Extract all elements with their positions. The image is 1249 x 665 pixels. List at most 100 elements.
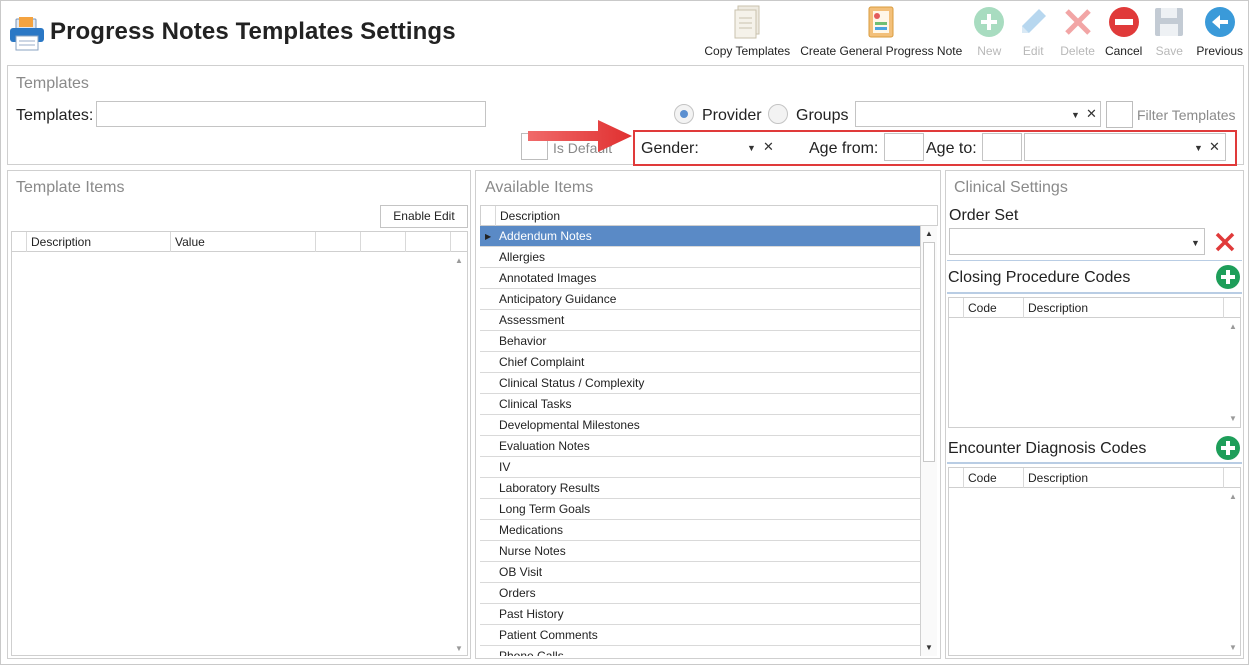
create-general-progress-note-label: Create General Progress Note (800, 44, 963, 58)
list-item-label: Behavior (499, 334, 547, 348)
toolbar: Copy Templates Create General Progress N… (694, 4, 1243, 62)
column-header-extra-1[interactable] (316, 232, 361, 253)
column-header-description[interactable]: Description (27, 232, 171, 253)
copy-templates-button[interactable]: Copy Templates (704, 4, 790, 58)
list-item-label: Addendum Notes (499, 229, 592, 243)
list-item-label: Nurse Notes (499, 544, 566, 558)
remove-x-icon[interactable] (1215, 232, 1235, 252)
column-header-value[interactable]: Value (171, 232, 316, 253)
template-items-title: Template Items (16, 179, 125, 196)
list-item-label: Past History (499, 607, 564, 621)
column-header-extra-3[interactable] (406, 232, 451, 253)
templates-input[interactable] (96, 101, 486, 127)
previous-button[interactable]: Previous (1196, 4, 1243, 58)
list-item[interactable]: Behavior (480, 331, 920, 352)
list-item[interactable]: IV (480, 457, 920, 478)
list-item-label: Clinical Status / Complexity (499, 376, 645, 390)
edit-button[interactable]: Edit (1016, 4, 1050, 58)
list-item-label: Phone Calls (499, 649, 564, 656)
provider-label: Provider (702, 107, 762, 124)
scroll-down-icon[interactable]: ▼ (1229, 643, 1237, 652)
clear-x-icon[interactable]: ✕ (1086, 106, 1097, 122)
groups-radio[interactable] (768, 104, 788, 124)
save-button[interactable]: Save (1152, 4, 1186, 58)
list-item-label: Annotated Images (499, 271, 597, 285)
column-header-extra-2[interactable] (361, 232, 406, 253)
add-closing-code-plus-icon[interactable] (1216, 265, 1240, 289)
scroll-up-icon[interactable]: ▲ (1229, 322, 1237, 331)
column-header-code[interactable]: Code (964, 468, 1024, 489)
delete-button[interactable]: Delete (1060, 4, 1095, 58)
medical-chart-icon (864, 4, 898, 40)
highlight-box (633, 130, 1237, 166)
scroll-up-icon[interactable]: ▲ (1229, 492, 1237, 501)
list-item-label: Assessment (499, 313, 565, 327)
create-general-progress-note-button[interactable]: Create General Progress Note (800, 4, 962, 58)
chevron-down-icon[interactable]: ▼ (1071, 110, 1080, 120)
order-set-chevron-down-icon[interactable]: ▼ (1191, 238, 1200, 248)
groups-label: Groups (796, 107, 849, 124)
scroll-down-icon[interactable]: ▼ (1229, 414, 1237, 423)
column-header-description[interactable]: Description (1024, 468, 1224, 489)
save-label: Save (1155, 44, 1183, 58)
scroll-down-icon[interactable]: ▼ (925, 643, 933, 652)
copy-templates-label: Copy Templates (704, 44, 791, 58)
list-item[interactable]: Long Term Goals (480, 499, 920, 520)
scroll-up-icon[interactable]: ▲ (925, 229, 933, 238)
filter-templates-checkbox[interactable] (1106, 101, 1133, 128)
column-header-code[interactable]: Code (964, 298, 1024, 319)
list-item-label: Orders (499, 586, 536, 600)
printer-app-icon (10, 17, 44, 51)
closing-header-line (947, 292, 1242, 294)
available-items-list: ▶ Addendum Notes Allergies Annotated Images… (480, 226, 920, 656)
new-button[interactable]: New (972, 4, 1006, 58)
column-header-description[interactable]: Description (1024, 298, 1224, 319)
delete-label: Delete (1060, 44, 1095, 58)
add-diagnosis-code-plus-icon[interactable] (1216, 436, 1240, 460)
cancel-circle-icon (1107, 4, 1141, 40)
scrollbar-thumb[interactable] (923, 242, 935, 462)
list-item[interactable]: Nurse Notes (480, 541, 920, 562)
order-set-label: Order Set (949, 207, 1019, 224)
list-item[interactable]: Phone Calls (480, 646, 920, 656)
list-item[interactable]: Clinical Status / Complexity (480, 373, 920, 394)
closing-procedure-codes-label: Closing Procedure Codes (948, 269, 1131, 286)
list-item[interactable]: Evaluation Notes (480, 436, 920, 457)
list-item[interactable]: Orders (480, 583, 920, 604)
scroll-down-icon[interactable]: ▼ (455, 644, 463, 653)
list-item[interactable]: ▶ Addendum Notes (480, 226, 920, 247)
list-item[interactable]: Assessment (480, 310, 920, 331)
list-item[interactable]: Annotated Images (480, 268, 920, 289)
row-selector-column (481, 206, 496, 227)
new-label: New (977, 44, 1002, 58)
list-item-label: Developmental Milestones (499, 418, 640, 432)
filter-templates-label: Filter Templates (1137, 107, 1236, 123)
groups-combobox[interactable] (855, 101, 1101, 127)
list-item-label: Patient Comments (499, 628, 598, 642)
column-header-description[interactable]: Description (496, 206, 937, 227)
list-item-label: Allergies (499, 250, 546, 264)
encounter-header-line (947, 462, 1242, 464)
list-item[interactable]: Medications (480, 520, 920, 541)
order-set-combobox[interactable] (949, 228, 1205, 255)
list-item[interactable]: Past History (480, 604, 920, 625)
vertical-scrollbar[interactable]: ▲ ▼ (920, 226, 937, 656)
enable-edit-button[interactable]: Enable Edit (380, 205, 468, 228)
list-item-label: Long Term Goals (499, 502, 591, 516)
list-item[interactable]: Allergies (480, 247, 920, 268)
provider-radio[interactable] (674, 104, 694, 124)
list-item[interactable]: OB Visit (480, 562, 920, 583)
list-item-label: Anticipatory Guidance (499, 292, 617, 306)
scroll-up-icon[interactable]: ▲ (455, 256, 463, 265)
cancel-button[interactable]: Cancel (1105, 4, 1142, 58)
list-item[interactable]: Clinical Tasks (480, 394, 920, 415)
clinical-settings-title: Clinical Settings (954, 179, 1068, 196)
list-item[interactable]: Developmental Milestones (480, 415, 920, 436)
template-items-grid-body (11, 252, 468, 656)
list-item[interactable]: Anticipatory Guidance (480, 289, 920, 310)
list-item[interactable]: Patient Comments (480, 625, 920, 646)
document-copy-icon (730, 4, 764, 40)
list-item[interactable]: Chief Complaint (480, 352, 920, 373)
list-item[interactable]: Laboratory Results (480, 478, 920, 499)
encounter-diagnosis-codes-label: Encounter Diagnosis Codes (948, 440, 1147, 457)
